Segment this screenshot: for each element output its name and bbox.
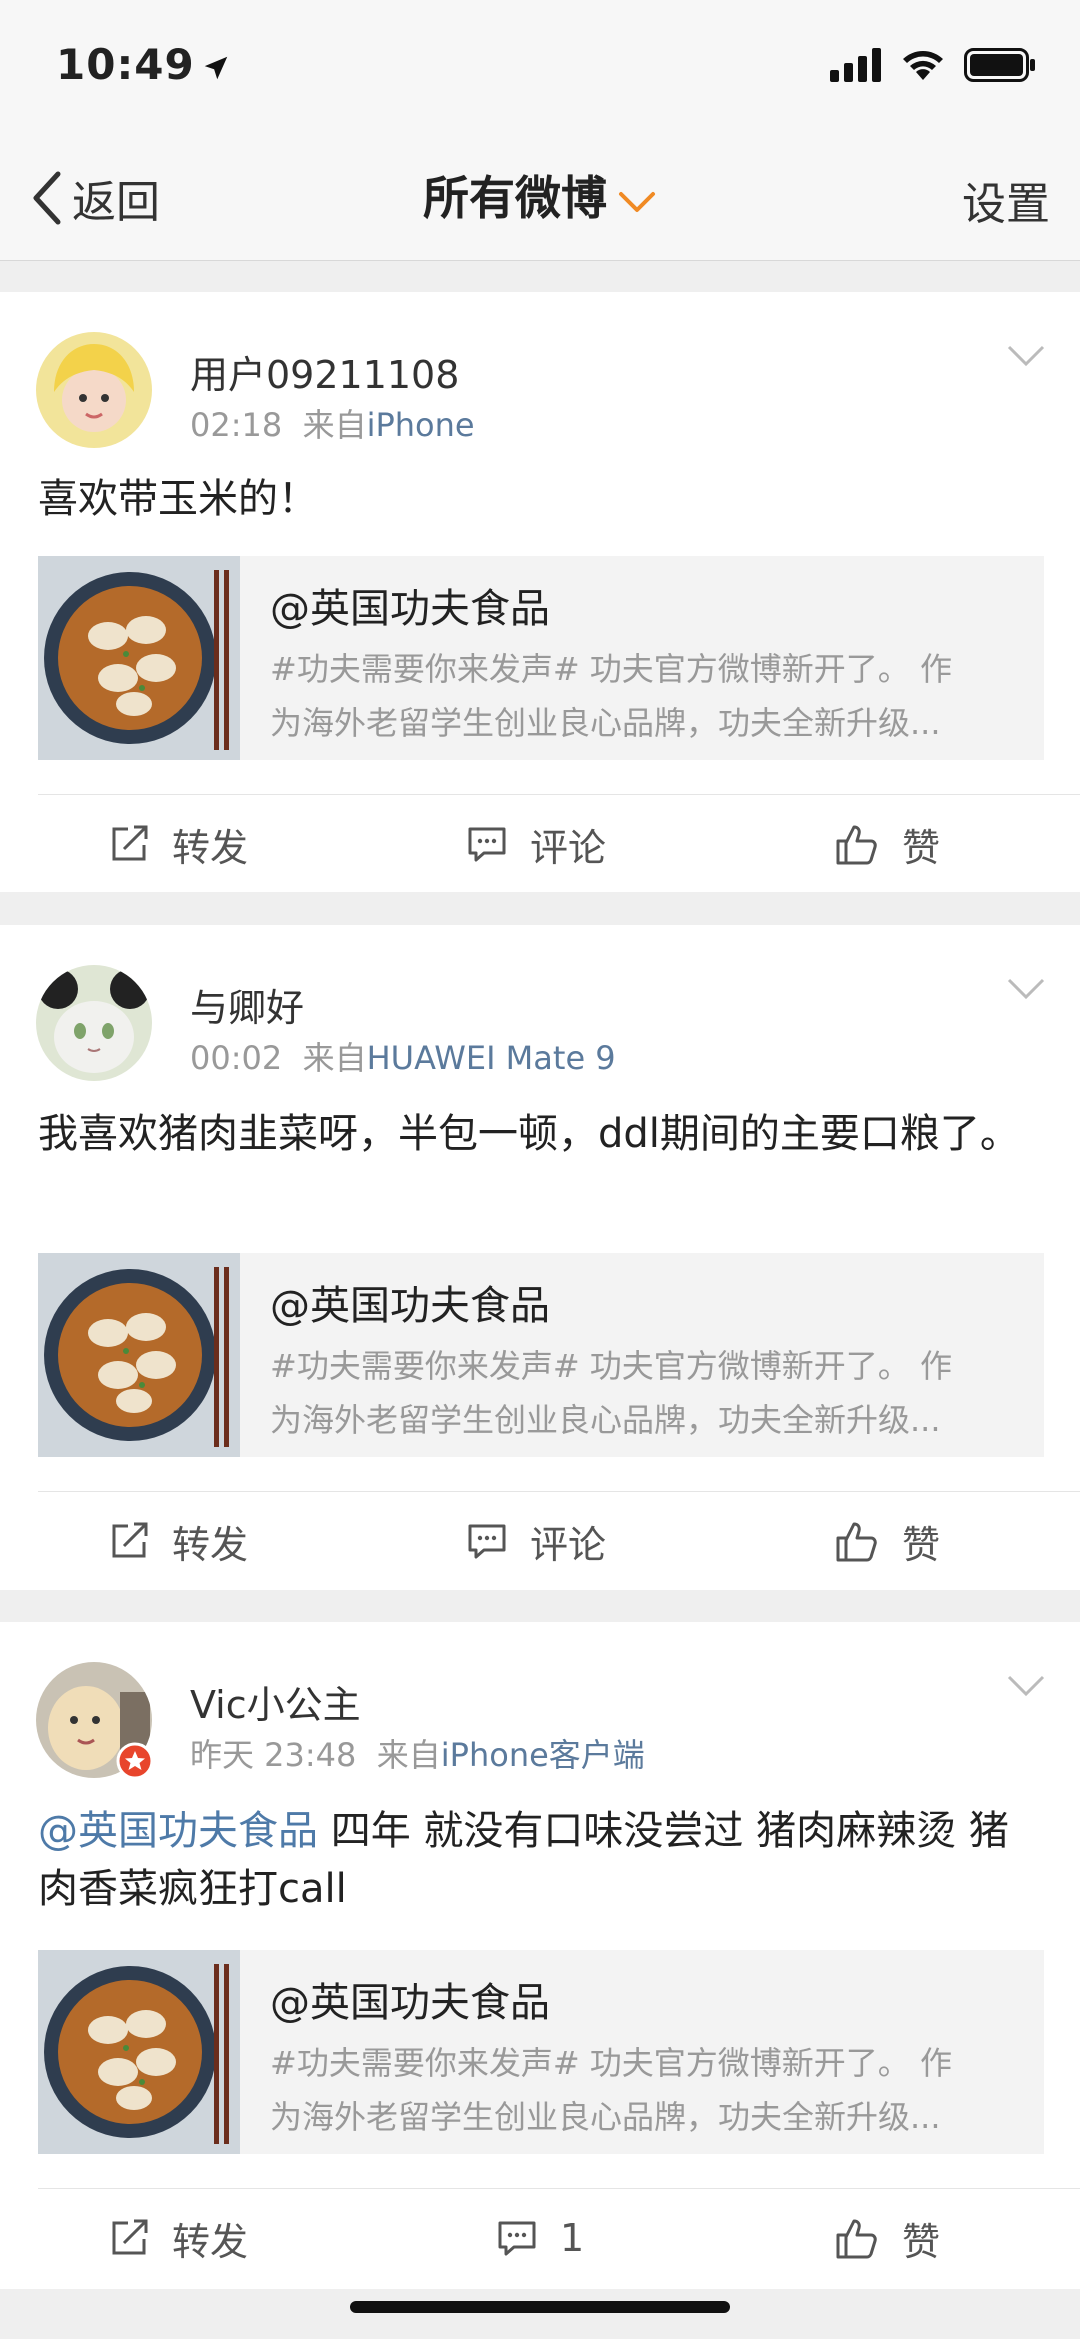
- like-button[interactable]: 赞: [834, 1493, 940, 1589]
- dumpling-thumbnail: [38, 556, 240, 760]
- comment-label: 评论: [530, 825, 607, 870]
- status-icons: [830, 48, 1036, 82]
- post-meta: 02:18 来自iPhone: [190, 400, 475, 446]
- post-time: 昨天 23:48: [190, 1736, 357, 1774]
- username[interactable]: 与卿好: [190, 977, 304, 1032]
- comment-count: 1: [560, 2216, 585, 2260]
- card-title: @英国功夫食品: [270, 586, 550, 632]
- thumbs-up-icon: [836, 1522, 877, 1562]
- linked-card[interactable]: @英国功夫食品 #功夫需要你来发声# 功夫官方微博新开了。 作为海外老留学生创业…: [38, 1950, 1044, 2154]
- divider: [38, 794, 1080, 795]
- comment-icon: [468, 1524, 506, 1559]
- source-prefix: 来自: [302, 406, 367, 444]
- card-description: #功夫需要你来发声# 功夫官方微博新开了。 作为海外老留学生创业良心品牌，功夫全…: [270, 650, 952, 742]
- avatar[interactable]: [36, 332, 152, 448]
- chevron-down-icon[interactable]: [1006, 344, 1046, 368]
- dumpling-thumbnail: [38, 1253, 240, 1457]
- divider: [38, 2188, 1080, 2189]
- linked-card[interactable]: @英国功夫食品 #功夫需要你来发声# 功夫官方微博新开了。 作为海外老留学生创业…: [38, 556, 1044, 760]
- post-time: 02:18: [190, 406, 283, 444]
- repost-label: 转发: [172, 1522, 249, 1567]
- like-button[interactable]: 赞: [834, 796, 940, 892]
- post-source[interactable]: iPhone客户端: [441, 1736, 645, 1774]
- signal-icon: [830, 48, 881, 82]
- home-indicator[interactable]: [350, 2301, 730, 2313]
- avatar[interactable]: [36, 965, 152, 1081]
- thumbs-up-icon: [836, 2219, 877, 2259]
- divider: [38, 1491, 1080, 1492]
- card-title: @英国功夫食品: [270, 1283, 550, 1329]
- post-text: @英国功夫食品 四年 就没有口味没尝过 猪肉麻辣烫 猪肉香菜疯狂打call: [38, 1808, 1009, 1912]
- post-text: 我喜欢猪肉韭菜呀，半包一顿，ddl期间的主要口粮了。: [38, 1111, 1020, 1157]
- repost-icon: [112, 2219, 148, 2255]
- page-title: 所有微博: [423, 171, 607, 225]
- status-bar: 10:49: [0, 0, 1080, 130]
- repost-label: 转发: [172, 825, 249, 870]
- comment-button[interactable]: 1: [496, 2190, 584, 2286]
- location-arrow-icon: [204, 56, 227, 79]
- action-bar: 转发 1 赞: [0, 2190, 1080, 2286]
- chevron-down-icon[interactable]: [1006, 1674, 1046, 1698]
- thumbs-up-icon: [836, 825, 877, 865]
- card-description: #功夫需要你来发声# 功夫官方微博新开了。 作为海外老留学生创业良心品牌，功夫全…: [270, 1347, 952, 1439]
- battery-icon: [964, 48, 1035, 82]
- comment-icon: [498, 2221, 536, 2256]
- repost-button[interactable]: 转发: [108, 1493, 248, 1589]
- post-time: 00:02: [190, 1039, 283, 1077]
- source-prefix: 来自: [376, 1736, 441, 1774]
- chevron-down-icon[interactable]: [1006, 977, 1046, 1001]
- username[interactable]: 用户09211108: [190, 344, 459, 399]
- card-description: #功夫需要你来发声# 功夫官方微博新开了。 作为海外老留学生创业良心品牌，功夫全…: [270, 2044, 952, 2136]
- verified-badge-icon: [116, 1742, 154, 1780]
- like-label: 赞: [902, 2219, 941, 2264]
- comment-icon: [468, 827, 506, 862]
- like-label: 赞: [902, 825, 941, 870]
- linked-card[interactable]: @英国功夫食品 #功夫需要你来发声# 功夫官方微博新开了。 作为海外老留学生创业…: [38, 1253, 1044, 1457]
- settings-button[interactable]: 设置: [962, 168, 1050, 232]
- repost-label: 转发: [172, 2219, 249, 2264]
- post-meta: 昨天 23:48 来自iPhone客户端: [190, 1730, 645, 1776]
- post-meta: 00:02 来自HUAWEI Mate 9: [190, 1033, 616, 1079]
- repost-icon: [112, 825, 148, 861]
- post-card: Vic小公主 昨天 23:48 来自iPhone客户端 @英国功夫食品 四年 就…: [0, 1622, 1080, 2289]
- comment-label: 评论: [530, 1522, 607, 1567]
- like-label: 赞: [902, 1522, 941, 1567]
- post-text: 喜欢带玉米的！: [38, 476, 318, 522]
- comment-button[interactable]: 评论: [466, 1493, 606, 1589]
- mention-link[interactable]: @英国功夫食品: [38, 1808, 318, 1854]
- nav-title-dropdown[interactable]: 所有微博: [0, 162, 1080, 228]
- nav-bar: 返回 所有微博 设置: [0, 130, 1080, 261]
- post-source[interactable]: HUAWEI Mate 9: [367, 1039, 616, 1077]
- action-bar: 转发 评论 赞: [0, 1493, 1080, 1589]
- dumpling-thumbnail: [38, 1950, 240, 2154]
- repost-button[interactable]: 转发: [108, 2190, 248, 2286]
- repost-button[interactable]: 转发: [108, 796, 248, 892]
- post-source[interactable]: iPhone: [367, 406, 475, 444]
- card-title: @英国功夫食品: [270, 1980, 550, 2026]
- wifi-icon: [903, 51, 943, 80]
- comment-button[interactable]: 评论: [466, 796, 606, 892]
- username[interactable]: Vic小公主: [190, 1674, 361, 1729]
- like-button[interactable]: 赞: [834, 2190, 940, 2286]
- post-card: 与卿好 00:02 来自HUAWEI Mate 9 我喜欢猪肉韭菜呀，半包一顿，…: [0, 925, 1080, 1590]
- post-card: 用户09211108 02:18 来自iPhone 喜欢带玉米的！ @英国功夫食…: [0, 292, 1080, 892]
- action-bar: 转发 评论 赞: [0, 796, 1080, 892]
- source-prefix: 来自: [302, 1039, 367, 1077]
- chevron-down-icon: [619, 191, 655, 212]
- status-time: 10:49: [56, 40, 231, 89]
- repost-icon: [112, 1522, 148, 1558]
